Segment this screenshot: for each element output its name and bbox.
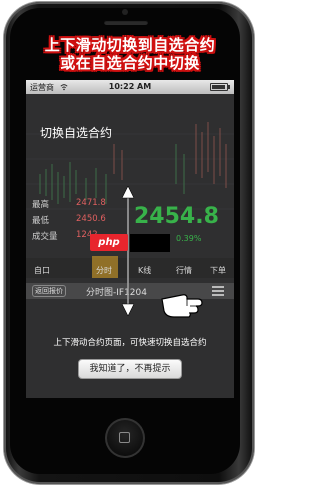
phone-screen: 运营商 10:22 AM 切换自选合约 最高 2471.8 最低 2450.6 … xyxy=(26,80,234,398)
back-to-quotes-button[interactable]: 返回报价 xyxy=(32,285,66,297)
front-camera-icon xyxy=(122,9,128,15)
hint-text: 上下滑动合约页面，可快速切换自选合约 xyxy=(53,338,207,348)
low-label: 最低 xyxy=(32,216,50,226)
banner-line-2: 或在自选合约中切换 xyxy=(60,54,200,72)
home-button-icon xyxy=(119,432,130,443)
battery-icon xyxy=(210,83,228,91)
status-time: 10:22 AM xyxy=(108,82,152,91)
price-change: 0.39% xyxy=(176,234,202,243)
list-icon[interactable] xyxy=(212,286,224,296)
high-label: 最高 xyxy=(32,200,50,210)
status-bar: 运营商 10:22 AM xyxy=(26,80,234,94)
current-price: 2454.8 xyxy=(134,204,219,229)
dismiss-hint-button[interactable]: 我知道了，不再提示 xyxy=(78,359,182,379)
php-watermark-logo: php xyxy=(90,234,128,251)
tab-item-2[interactable]: K线 xyxy=(138,265,151,276)
battery-tip xyxy=(228,85,230,89)
tab-item-4[interactable]: 下单 xyxy=(210,265,226,276)
redaction-box xyxy=(130,234,170,252)
high-value: 2471.8 xyxy=(76,198,106,208)
hand-pointer-icon xyxy=(161,294,203,318)
volume-label: 成交量 xyxy=(32,232,58,242)
tab-item-3[interactable]: 行情 xyxy=(176,265,192,276)
tab-item-0[interactable]: 自口 xyxy=(34,265,50,276)
guide-title: 切换自选合约 xyxy=(40,126,113,140)
speaker-grille xyxy=(104,20,148,25)
low-value: 2450.6 xyxy=(76,214,106,224)
contract-title: 分时图-IF1204 xyxy=(86,288,147,298)
tab-item-1[interactable]: 分时 xyxy=(96,265,112,276)
